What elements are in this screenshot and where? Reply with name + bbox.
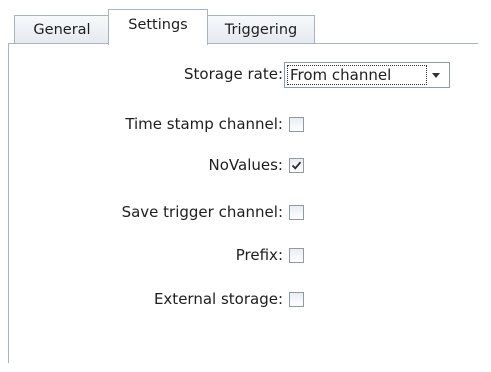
storage-rate-label: Storage rate: [184, 65, 283, 83]
checkmark-icon [291, 161, 302, 170]
save-trigger-channel-label: Save trigger channel: [121, 203, 283, 221]
tab-settings-label: Settings [128, 17, 188, 33]
time-stamp-channel-label: Time stamp channel: [125, 115, 283, 133]
no-values-checkbox[interactable] [289, 158, 304, 173]
external-storage-label: External storage: [153, 290, 283, 308]
storage-rate-dropdown[interactable]: From channel [284, 62, 450, 88]
prefix-checkbox[interactable] [289, 248, 304, 263]
tab-triggering-label: Triggering [224, 22, 298, 38]
save-trigger-channel-checkbox[interactable] [289, 205, 304, 220]
tab-settings[interactable]: Settings [108, 9, 208, 45]
storage-rate-value: From channel [287, 65, 427, 85]
tab-general-label: General [33, 22, 91, 38]
tab-general[interactable]: General [14, 15, 110, 44]
settings-dialog: General Triggering Settings Storage rate… [0, 0, 491, 372]
chevron-down-icon[interactable] [427, 63, 445, 87]
external-storage-checkbox[interactable] [289, 292, 304, 307]
no-values-label: NoValues: [208, 156, 283, 174]
tab-triggering[interactable]: Triggering [207, 15, 315, 44]
settings-panel: Storage rate: From channel Time stamp ch… [8, 43, 478, 363]
prefix-label: Prefix: [235, 246, 283, 264]
time-stamp-channel-checkbox[interactable] [289, 117, 304, 132]
tab-strip: General Triggering Settings [0, 0, 491, 45]
